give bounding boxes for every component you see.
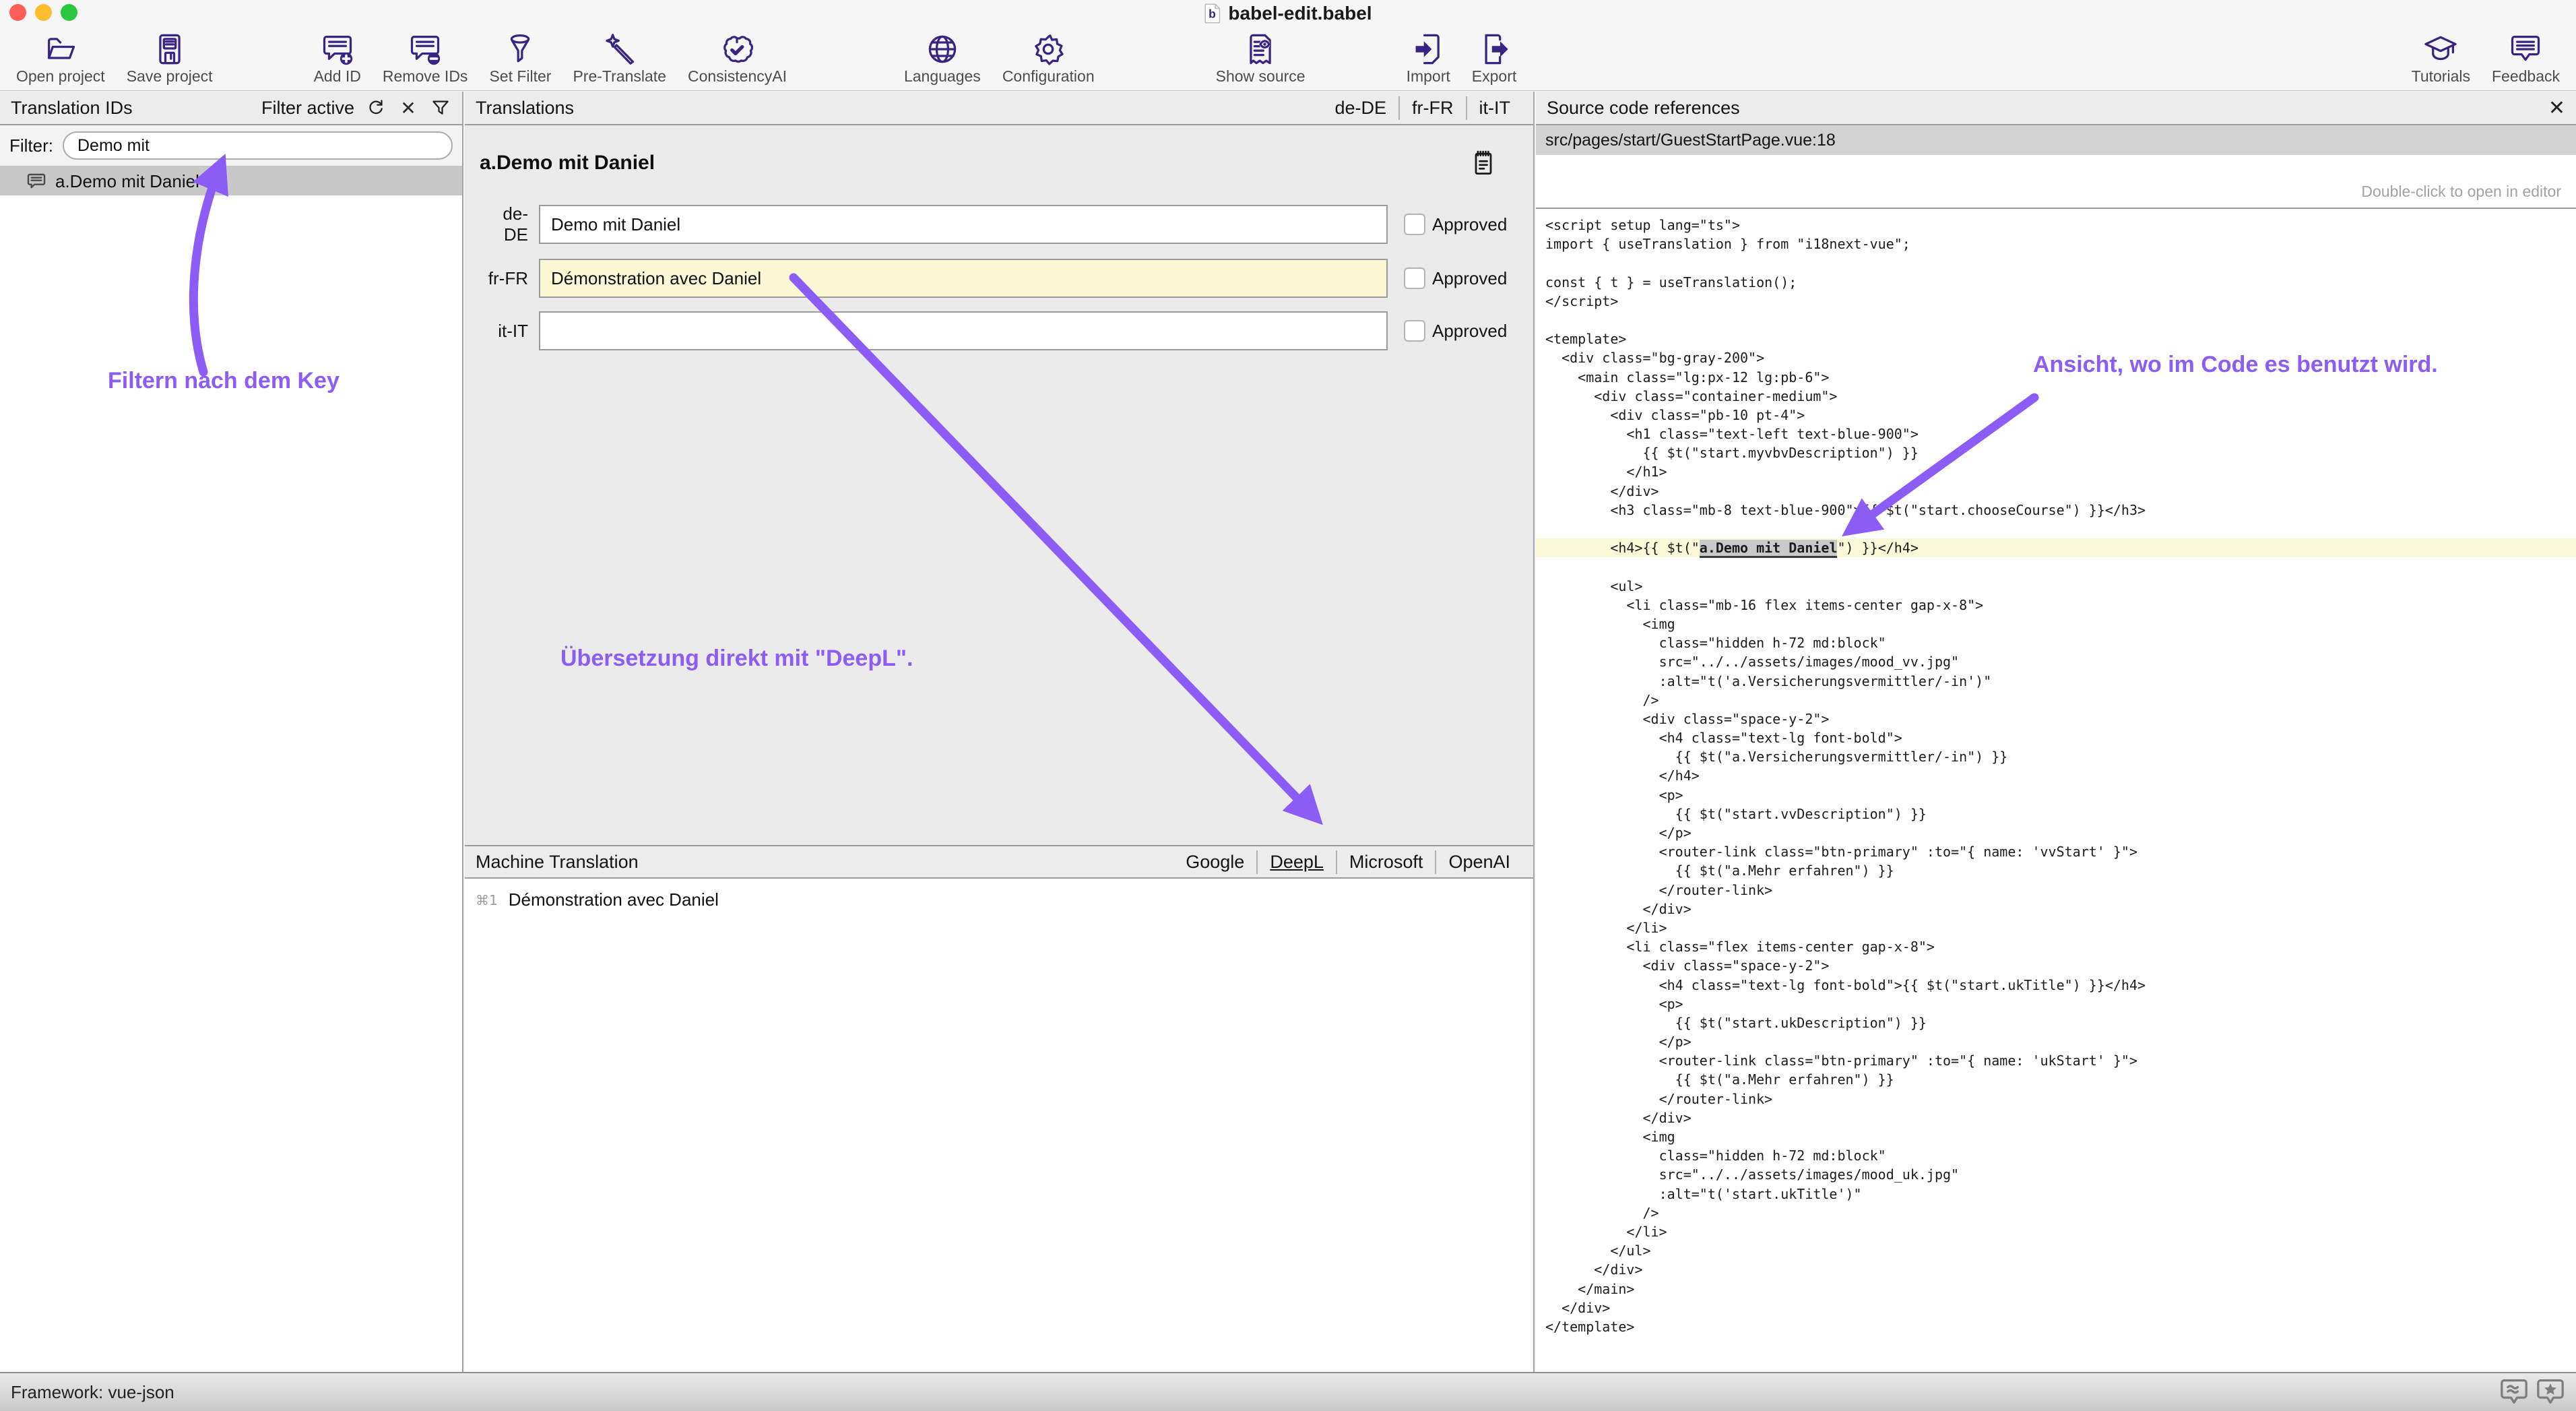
approved-label: Approved: [1432, 321, 1507, 342]
shortcut-badge: ⌘1: [476, 892, 498, 908]
notes-icon[interactable]: [1469, 148, 1498, 178]
title-bar: b babel-edit.babel: [0, 0, 2576, 30]
locale-label: fr-FR: [480, 268, 528, 289]
close-icon[interactable]: ✕: [2548, 96, 2565, 120]
approved-checkbox-de-DE[interactable]: [1404, 214, 1425, 235]
translation-ids-title: Translation IDs: [11, 98, 133, 119]
comment-plus-icon: [320, 32, 355, 67]
open-folder-icon: [43, 32, 78, 67]
provider-tab-deepl[interactable]: DeepL: [1256, 850, 1336, 874]
refresh-filter-button[interactable]: [365, 97, 387, 119]
minimize-window-button[interactable]: [35, 4, 52, 21]
mt-suggestion-text: Démonstration avec Daniel: [509, 889, 719, 910]
provider-tab-openai[interactable]: OpenAI: [1435, 850, 1522, 874]
languages-button[interactable]: Languages: [893, 30, 992, 86]
framework-label: Framework: vue-json: [11, 1382, 174, 1403]
save-project-button[interactable]: Save project: [116, 30, 224, 86]
mt-suggestion-row[interactable]: ⌘1 Démonstration avec Daniel: [465, 889, 1533, 910]
magic-wand-icon: [602, 32, 637, 67]
file-reference-label: src/pages/start/GuestStartPage.vue:18: [1545, 131, 1836, 150]
show-source-button[interactable]: Show source: [1205, 30, 1316, 86]
traffic-lights: [9, 4, 77, 21]
translation-row-de-DE: de-DE Approved: [465, 203, 1533, 245]
svg-text:b: b: [1209, 7, 1216, 20]
source-code-references-panel: Source code references ✕ src/pages/start…: [1536, 92, 2576, 1372]
arrow-out-of-document-icon: [1477, 32, 1512, 67]
feedback-button[interactable]: Feedback: [2481, 30, 2571, 86]
translation-input-de-DE[interactable]: [539, 205, 1388, 244]
filter-menu-button[interactable]: [430, 97, 451, 119]
translation-input-it-IT[interactable]: [539, 311, 1388, 350]
graduation-cap-icon: [2423, 32, 2458, 67]
export-button[interactable]: Export: [1461, 30, 1527, 86]
star-bubble-icon[interactable]: [2536, 1378, 2565, 1407]
translation-row-fr-FR: fr-FR Approved: [465, 259, 1533, 298]
entry-title: a.Demo mit Daniel: [480, 152, 655, 175]
configuration-button[interactable]: Configuration: [992, 30, 1105, 86]
remove-ids-button[interactable]: Remove IDs: [372, 30, 479, 86]
funnel-icon: [503, 32, 538, 67]
translation-id-label: a.Demo mit Daniel: [55, 171, 199, 192]
comment-minus-icon: [408, 32, 443, 67]
annotation-deepl-note: Übersetzung direkt mit "DeepL".: [560, 646, 913, 672]
provider-tab-google[interactable]: Google: [1173, 850, 1256, 874]
brain-check-icon: [719, 32, 754, 67]
source-code: <script setup lang="ts">import { useTran…: [1545, 216, 2576, 1336]
locale-label: de-DE: [480, 203, 528, 245]
comment-icon: [26, 170, 47, 192]
gear-icon: [1031, 32, 1066, 67]
locale-button-fr-FR[interactable]: fr-FR: [1398, 96, 1465, 120]
file-reference-row[interactable]: src/pages/start/GuestStartPage.vue:18: [1536, 125, 2576, 155]
funnel-small-icon: [430, 98, 451, 118]
set-filter-button[interactable]: Set Filter: [478, 30, 562, 86]
translations-title: Translations: [476, 98, 574, 119]
refresh-icon: [366, 98, 386, 118]
locale-button-it-IT[interactable]: it-IT: [1466, 96, 1523, 120]
source-code-viewer[interactable]: <script setup lang="ts">import { useTran…: [1536, 209, 2576, 1372]
open-project-button[interactable]: Open project: [5, 30, 116, 86]
close-window-button[interactable]: [9, 4, 26, 21]
open-in-editor-hint: Double-click to open in editor: [2361, 183, 2561, 201]
annotation-filter-note: Filtern nach dem Key: [108, 368, 340, 394]
annotation-code-note: Ansicht, wo im Code es benutzt wird.: [2033, 352, 2438, 378]
filter-label: Filter:: [9, 135, 53, 156]
zoom-window-button[interactable]: [61, 4, 77, 21]
window-title: b babel-edit.babel: [1204, 3, 1372, 24]
filter-active-label: Filter active: [261, 98, 354, 119]
main-toolbar: Open project Save project Add ID Remove …: [0, 30, 2576, 91]
source-references-title: Source code references: [1547, 98, 1740, 119]
approved-checkbox-fr-FR[interactable]: [1404, 268, 1425, 289]
machine-translation-title: Machine Translation: [476, 852, 639, 873]
locale-button-de-DE[interactable]: de-DE: [1322, 96, 1398, 120]
document-eye-icon: [1243, 32, 1278, 67]
translation-row-it-IT: it-IT Approved: [465, 311, 1533, 350]
locale-label: it-IT: [480, 321, 528, 342]
babel-document-icon: b: [1204, 3, 1221, 24]
add-id-button[interactable]: Add ID: [303, 30, 372, 86]
translation-input-fr-FR[interactable]: [539, 259, 1388, 298]
approved-label: Approved: [1432, 214, 1507, 235]
speech-bubble-icon: [2508, 32, 2543, 67]
status-bar: Framework: vue-json: [0, 1372, 2576, 1411]
approved-label: Approved: [1432, 268, 1507, 289]
translation-id-list-item[interactable]: a.Demo mit Daniel: [0, 167, 462, 195]
tutorials-button[interactable]: Tutorials: [2401, 30, 2481, 86]
machine-translation-results: ⌘1 Démonstration avec Daniel: [465, 879, 1533, 1372]
arrow-into-document-icon: [1411, 32, 1446, 67]
clear-filter-button[interactable]: ✕: [397, 97, 419, 119]
pre-translate-button[interactable]: Pre-Translate: [562, 30, 676, 86]
filter-input[interactable]: [63, 131, 453, 160]
approved-checkbox-it-IT[interactable]: [1404, 320, 1425, 342]
approx-bubble-icon[interactable]: [2499, 1378, 2529, 1407]
globe-icon: [925, 32, 960, 67]
floppy-disk-icon: [152, 32, 187, 67]
provider-tab-microsoft[interactable]: Microsoft: [1336, 850, 1436, 874]
consistency-ai-button[interactable]: ConsistencyAI: [677, 30, 798, 86]
import-button[interactable]: Import: [1396, 30, 1461, 86]
translation-ids-panel: Translation IDs Filter active ✕ Filter: …: [0, 92, 463, 1372]
translations-panel: Translations de-DE fr-FR it-IT a.Demo mi…: [465, 92, 1535, 1372]
